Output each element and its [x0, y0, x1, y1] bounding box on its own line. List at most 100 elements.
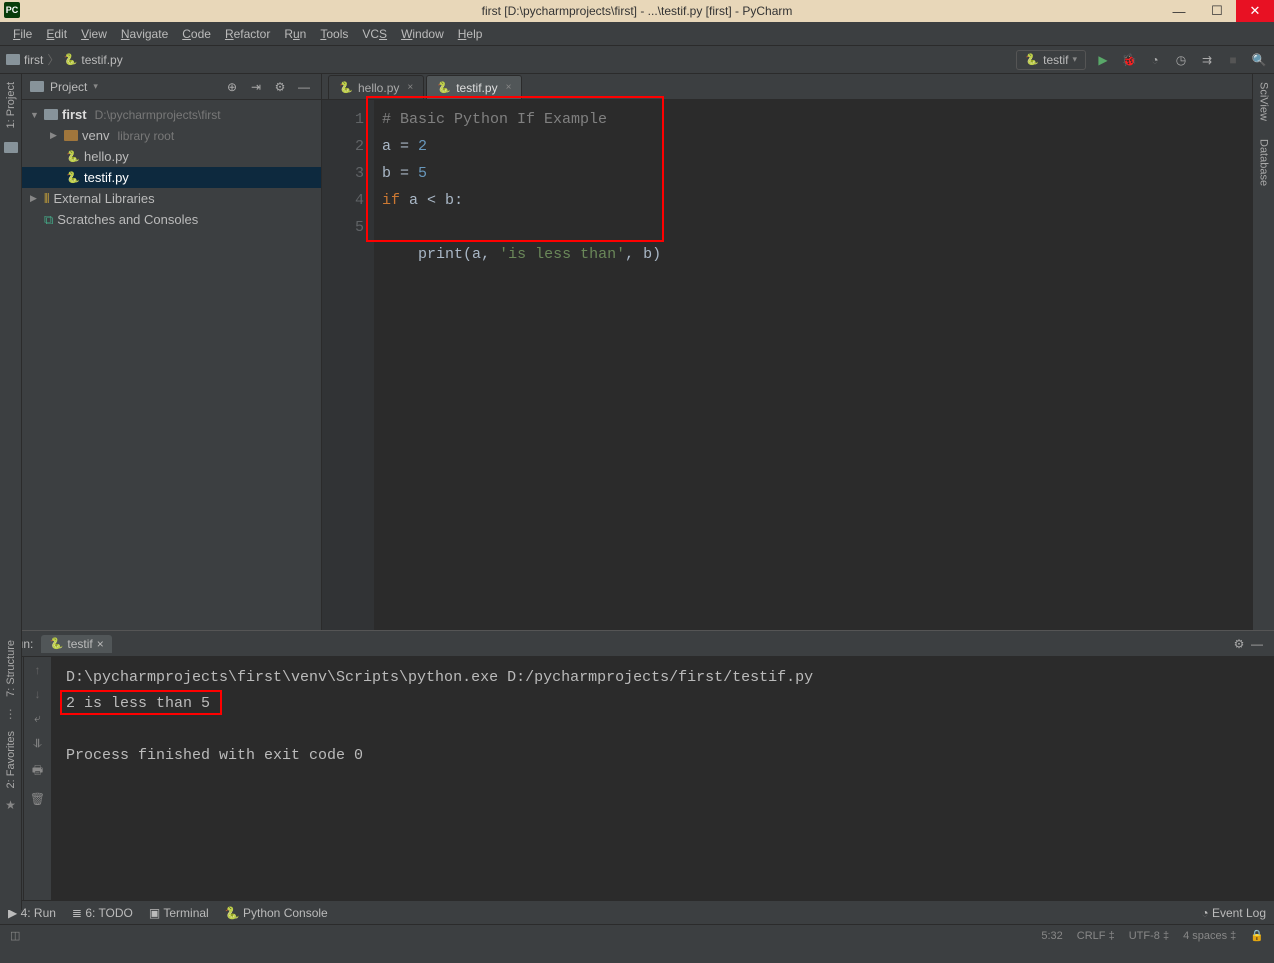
expand-arrow-icon[interactable]: ▶: [30, 193, 40, 204]
collapse-icon[interactable]: ⇥: [247, 78, 265, 96]
editor-tab-testif[interactable]: testif.py ×: [426, 75, 522, 99]
title-bar: PC first [D:\pycharmprojects\first] - ..…: [0, 0, 1274, 22]
editor-area: hello.py × testif.py × 1 2 3 4 5 # Basic…: [322, 74, 1252, 630]
tree-file-testif[interactable]: testif.py: [22, 167, 321, 188]
code-token: if: [382, 192, 409, 209]
tool-database-tab[interactable]: Database: [1258, 135, 1270, 190]
run-body: ▶ ■ ⏸ ⏏ 📌 ↑ ↓ ⤶ ⥥ 🖶 🗑 D:\pycharmprojects…: [0, 657, 1274, 900]
run-config-select[interactable]: testif ▾: [1016, 50, 1086, 70]
scroll-icon[interactable]: ⥥: [33, 736, 42, 751]
close-button[interactable]: ✕: [1236, 0, 1274, 22]
menu-help[interactable]: Help: [451, 24, 490, 44]
python-console-tool-button[interactable]: 🐍 Python Console: [225, 906, 328, 920]
print-icon[interactable]: 🖶: [32, 761, 43, 782]
python-file-icon: [66, 150, 80, 164]
tree-file-hello[interactable]: hello.py: [22, 146, 321, 167]
tree-root[interactable]: ▼ first D:\pycharmprojects\first: [22, 104, 321, 125]
breadcrumb-folder[interactable]: first: [24, 53, 43, 67]
menu-vcs[interactable]: VCS: [355, 24, 394, 44]
menu-navigate[interactable]: Navigate: [114, 24, 175, 44]
code-editor[interactable]: 1 2 3 4 5 # Basic Python If Example a = …: [322, 100, 1252, 630]
gear-icon[interactable]: ⚙: [271, 78, 289, 96]
hide-icon[interactable]: —: [295, 78, 313, 96]
tree-external[interactable]: ▶ ⫴ External Libraries: [22, 188, 321, 209]
locate-icon[interactable]: ⊕: [223, 78, 241, 96]
folder-icon: [6, 54, 20, 65]
arrow-up-icon[interactable]: ↑: [35, 663, 41, 677]
menu-edit[interactable]: Edit: [39, 24, 74, 44]
run-button[interactable]: ▶: [1094, 51, 1112, 69]
status-caret-pos[interactable]: 5:32: [1041, 930, 1062, 942]
tree-root-name: first: [62, 107, 87, 122]
tool-structure-tab[interactable]: 7: Structure: [5, 636, 17, 701]
tree-venv[interactable]: ▶ venv library root: [22, 125, 321, 146]
code-token: a: [472, 246, 481, 263]
scratch-icon: ⧉: [44, 212, 53, 228]
console-output[interactable]: D:\pycharmprojects\first\venv\Scripts\py…: [52, 657, 1274, 900]
terminal-tool-button[interactable]: ▣ Terminal: [149, 906, 209, 920]
line-number: 4: [322, 187, 364, 214]
code-token: b: [643, 246, 652, 263]
run-panel: Run: testif × ⚙ — ▶ ■ ⏸ ⏏ 📌 ↑ ↓ ⤶ ⥥ 🖶 🗑 …: [0, 630, 1274, 900]
star-icon: ★: [5, 798, 16, 812]
run-config-name: testif: [1043, 53, 1068, 67]
profile-button[interactable]: ◷: [1172, 51, 1190, 69]
status-line-sep[interactable]: CRLF ‡: [1077, 930, 1115, 942]
maximize-button[interactable]: ☐: [1198, 0, 1236, 22]
wrap-icon[interactable]: ⤶: [34, 711, 41, 726]
minimize-button[interactable]: —: [1160, 0, 1198, 22]
menu-refactor[interactable]: Refactor: [218, 24, 277, 44]
editor-tabs: hello.py × testif.py ×: [322, 74, 1252, 100]
code-token: =: [391, 165, 418, 182]
close-tab-icon[interactable]: ×: [407, 82, 413, 93]
menu-view[interactable]: View: [74, 24, 114, 44]
code-lines[interactable]: # Basic Python If Example a = 2 b = 5 if…: [374, 100, 1252, 630]
code-token: ,: [625, 246, 643, 263]
todo-tool-button[interactable]: ≣ 6: TODO: [72, 906, 133, 920]
code-token: 5: [418, 165, 427, 182]
menu-tools[interactable]: Tools: [313, 24, 355, 44]
event-log-button[interactable]: ◔ Event Log: [1201, 906, 1266, 920]
line-number: 2: [322, 133, 364, 160]
menu-code[interactable]: Code: [175, 24, 218, 44]
close-tab-icon[interactable]: ×: [97, 637, 104, 651]
breadcrumb: first 〉 testif.py: [6, 51, 123, 68]
status-encoding[interactable]: UTF-8 ‡: [1129, 930, 1169, 942]
code-token: a: [409, 192, 418, 209]
chevron-down-icon[interactable]: ▾: [93, 81, 98, 92]
status-lock-icon[interactable]: 🔒: [1250, 929, 1264, 942]
folder-icon[interactable]: [4, 142, 18, 153]
line-number: 3: [322, 160, 364, 187]
code-token: print: [418, 246, 463, 263]
breadcrumb-sep: 〉: [47, 51, 59, 68]
menu-file[interactable]: File: [6, 24, 39, 44]
project-panel-header: Project ▾ ⊕ ⇥ ⚙ —: [22, 74, 321, 100]
expand-arrow-icon[interactable]: ▼: [30, 110, 40, 120]
tree-scratches[interactable]: ⧉ Scratches and Consoles: [22, 209, 321, 230]
close-tab-icon[interactable]: ×: [506, 82, 512, 93]
menu-window[interactable]: Window: [394, 24, 451, 44]
attach-button[interactable]: ⇉: [1198, 51, 1216, 69]
code-token: :: [454, 192, 463, 209]
arrow-down-icon[interactable]: ↓: [35, 687, 41, 701]
status-indent[interactable]: 4 spaces ‡: [1183, 930, 1236, 942]
tab-label: testif.py: [456, 81, 497, 95]
debug-button[interactable]: 🐞: [1120, 51, 1138, 69]
breadcrumb-file[interactable]: testif.py: [81, 53, 122, 67]
run-tab[interactable]: testif ×: [41, 635, 111, 653]
gear-icon[interactable]: ⚙: [1230, 635, 1248, 653]
tool-favorites-tab[interactable]: 2: Favorites: [5, 727, 17, 792]
stop-button[interactable]: ■: [1224, 51, 1242, 69]
python-icon: [1025, 53, 1039, 67]
expand-arrow-icon[interactable]: ▶: [50, 130, 60, 141]
tool-sciview-tab[interactable]: SciView: [1258, 78, 1270, 125]
trash-icon[interactable]: 🗑: [30, 792, 45, 806]
tool-project-tab[interactable]: 1: Project: [5, 78, 17, 132]
hide-icon[interactable]: —: [1248, 635, 1266, 653]
run-panel-header: Run: testif × ⚙ —: [0, 631, 1274, 657]
editor-tab-hello[interactable]: hello.py ×: [328, 75, 424, 99]
menu-run[interactable]: Run: [277, 24, 313, 44]
search-everywhere-icon[interactable]: 🔍: [1250, 51, 1268, 69]
status-window-icon[interactable]: ◫: [10, 929, 20, 942]
coverage-button[interactable]: ◔: [1146, 51, 1164, 69]
